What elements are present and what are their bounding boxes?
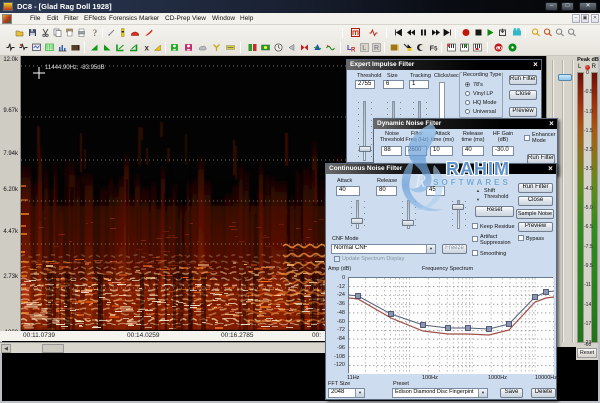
svg-text:R: R: [351, 48, 356, 53]
svg-text:?: ?: [93, 28, 98, 37]
svg-text:CD: CD: [496, 46, 503, 51]
svg-text:11444.90Hz, -83.95dB: 11444.90Hz, -83.95dB: [45, 65, 105, 71]
svg-text:L: L: [362, 45, 366, 52]
svg-text:F5: F5: [430, 44, 439, 53]
svg-text:x: x: [145, 44, 150, 53]
svg-text:R: R: [374, 45, 379, 52]
